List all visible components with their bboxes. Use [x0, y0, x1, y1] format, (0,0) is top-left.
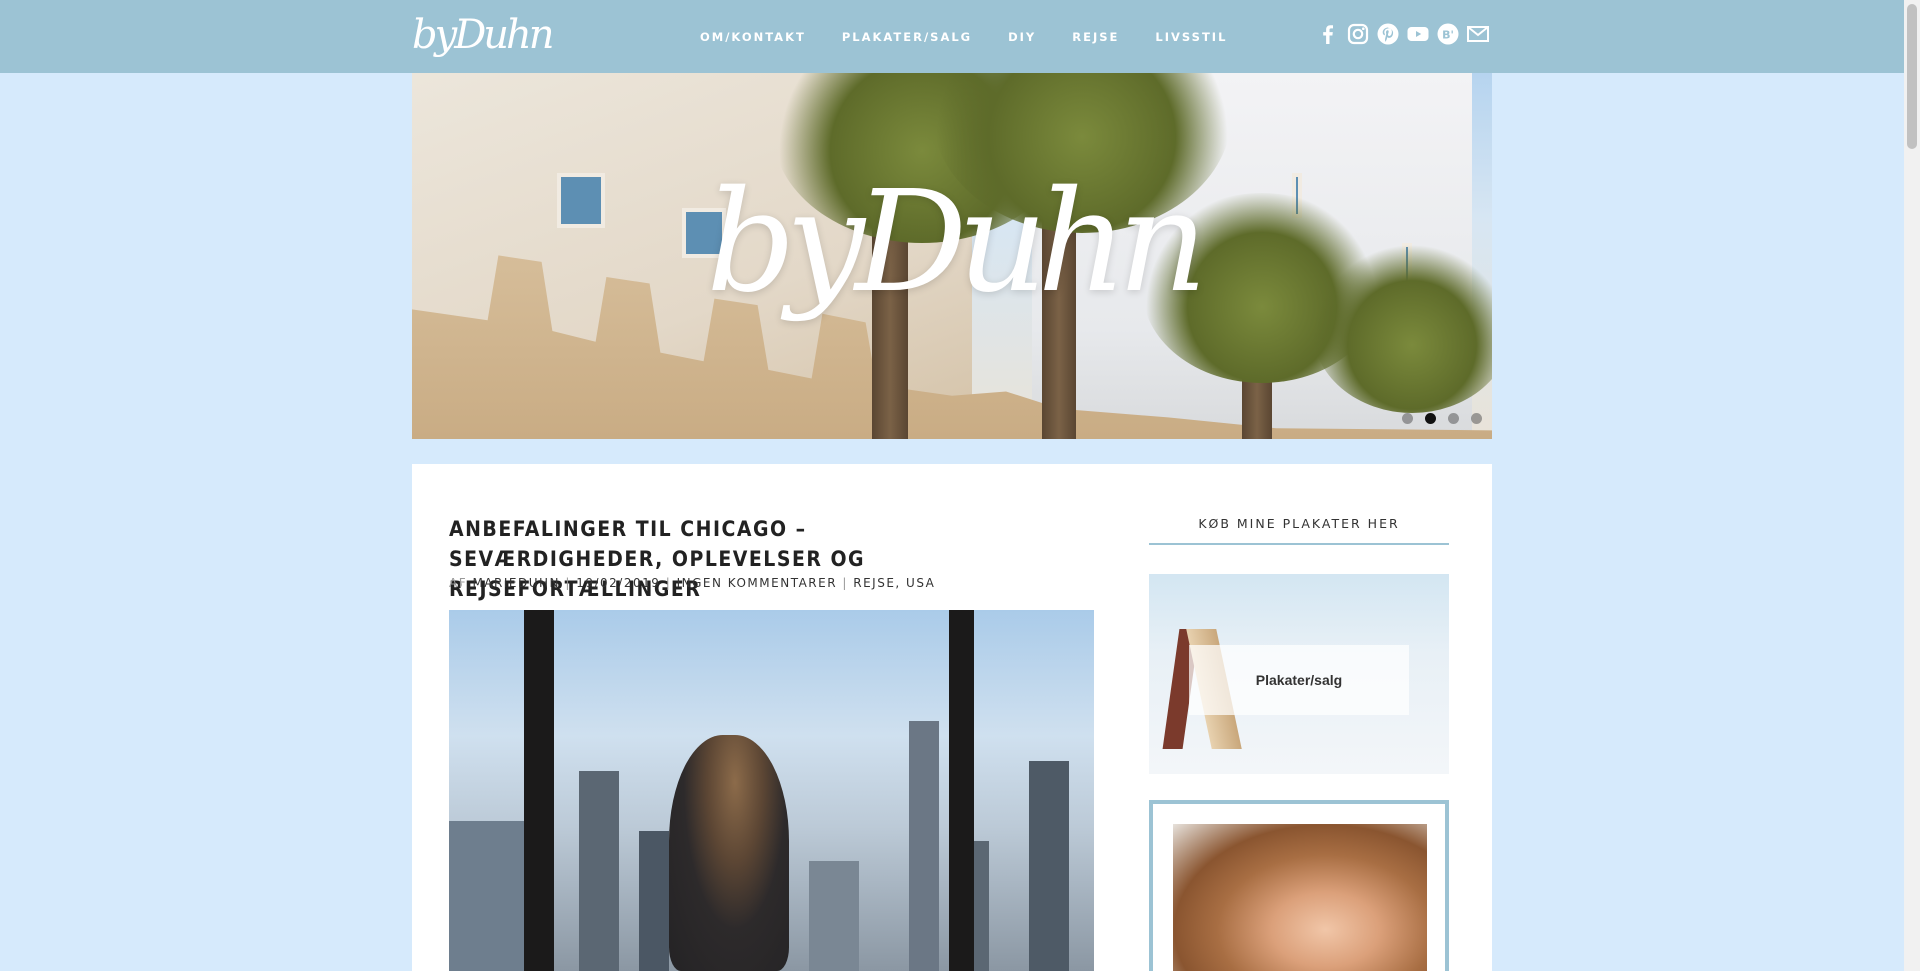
- mail-icon[interactable]: [1466, 22, 1490, 46]
- meta-comments[interactable]: INGEN KOMMENTARER: [677, 576, 837, 590]
- skyline-building: [639, 831, 669, 971]
- profile-photo: [1173, 824, 1427, 971]
- meta-date: 19/02/2019: [576, 576, 661, 590]
- content-card: ANBEFALINGER TIL CHICAGO – SEVÆRDIGHEDER…: [412, 464, 1492, 971]
- skyline-building: [809, 861, 859, 971]
- window-frame: [524, 610, 554, 971]
- sidebar-profile-box: [1149, 800, 1449, 971]
- nav-item-diy[interactable]: DIY: [1008, 30, 1036, 44]
- meta-separator: |: [665, 576, 672, 590]
- slider-dot-active[interactable]: [1425, 413, 1436, 424]
- promo-label[interactable]: Plakater/salg: [1189, 645, 1409, 715]
- post-meta: AF MARIEDUHN | 19/02/2019 | INGEN KOMMEN…: [449, 576, 935, 590]
- nav-item-plakater-salg[interactable]: PLAKATER/SALG: [842, 30, 972, 44]
- sidebar-widget-title: KØB MINE PLAKATER HER: [1149, 516, 1449, 545]
- post-title[interactable]: ANBEFALINGER TIL CHICAGO – SEVÆRDIGHEDER…: [449, 514, 1009, 604]
- scrollbar-thumb[interactable]: [1907, 4, 1917, 149]
- slider-dot[interactable]: [1471, 413, 1482, 424]
- meta-separator: |: [842, 576, 848, 590]
- sidebar-promo-banner[interactable]: Plakater/salg: [1149, 574, 1449, 774]
- skyline-building: [579, 771, 619, 971]
- hero-logo: byDuhn: [706, 161, 1207, 324]
- window-frame: [949, 610, 974, 971]
- site-logo[interactable]: byDuhn: [412, 10, 555, 60]
- pinterest-icon[interactable]: [1376, 22, 1400, 46]
- skyline-building: [909, 721, 939, 971]
- page-scrollbar[interactable]: [1904, 0, 1920, 971]
- svg-text:B': B': [1442, 28, 1454, 41]
- post-featured-image[interactable]: [449, 610, 1094, 971]
- facebook-icon[interactable]: [1316, 22, 1340, 46]
- bloglovin-icon[interactable]: B': [1436, 22, 1460, 46]
- image-person: [669, 735, 789, 971]
- meta-by-label: AF: [449, 576, 468, 590]
- instagram-icon[interactable]: [1346, 22, 1370, 46]
- meta-separator: |: [565, 576, 571, 590]
- slider-dot[interactable]: [1448, 413, 1459, 424]
- nav-item-rejse[interactable]: REJSE: [1072, 30, 1119, 44]
- top-bar: byDuhn OM/KONTAKT PLAKATER/SALG DIY REJS…: [0, 0, 1904, 73]
- nav-item-om-kontakt[interactable]: OM/KONTAKT: [700, 30, 806, 44]
- skyline-building: [1029, 761, 1069, 971]
- hero-slider[interactable]: byDuhn: [412, 73, 1492, 439]
- slider-dots: [1402, 413, 1482, 424]
- youtube-icon[interactable]: [1406, 22, 1430, 46]
- social-links: B': [1316, 22, 1490, 46]
- main-nav: OM/KONTAKT PLAKATER/SALG DIY REJSE LIVSS…: [700, 0, 1263, 73]
- meta-categories[interactable]: REJSE, USA: [853, 576, 935, 590]
- nav-item-livsstil[interactable]: LIVSSTIL: [1155, 30, 1227, 44]
- meta-author[interactable]: MARIEDUHN: [472, 576, 560, 590]
- slider-dot[interactable]: [1402, 413, 1413, 424]
